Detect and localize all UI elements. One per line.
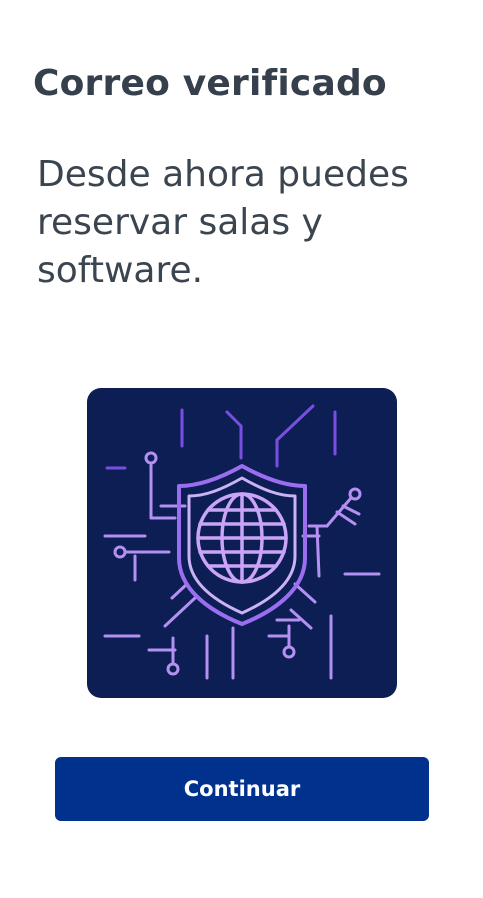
security-illustration xyxy=(87,388,397,698)
security-globe-circuit-icon xyxy=(103,404,381,680)
verification-message: Desde ahora puedes reservar salas y soft… xyxy=(37,154,409,291)
continue-button[interactable]: Continuar xyxy=(55,757,429,821)
page-title: Correo verificado xyxy=(33,63,387,104)
